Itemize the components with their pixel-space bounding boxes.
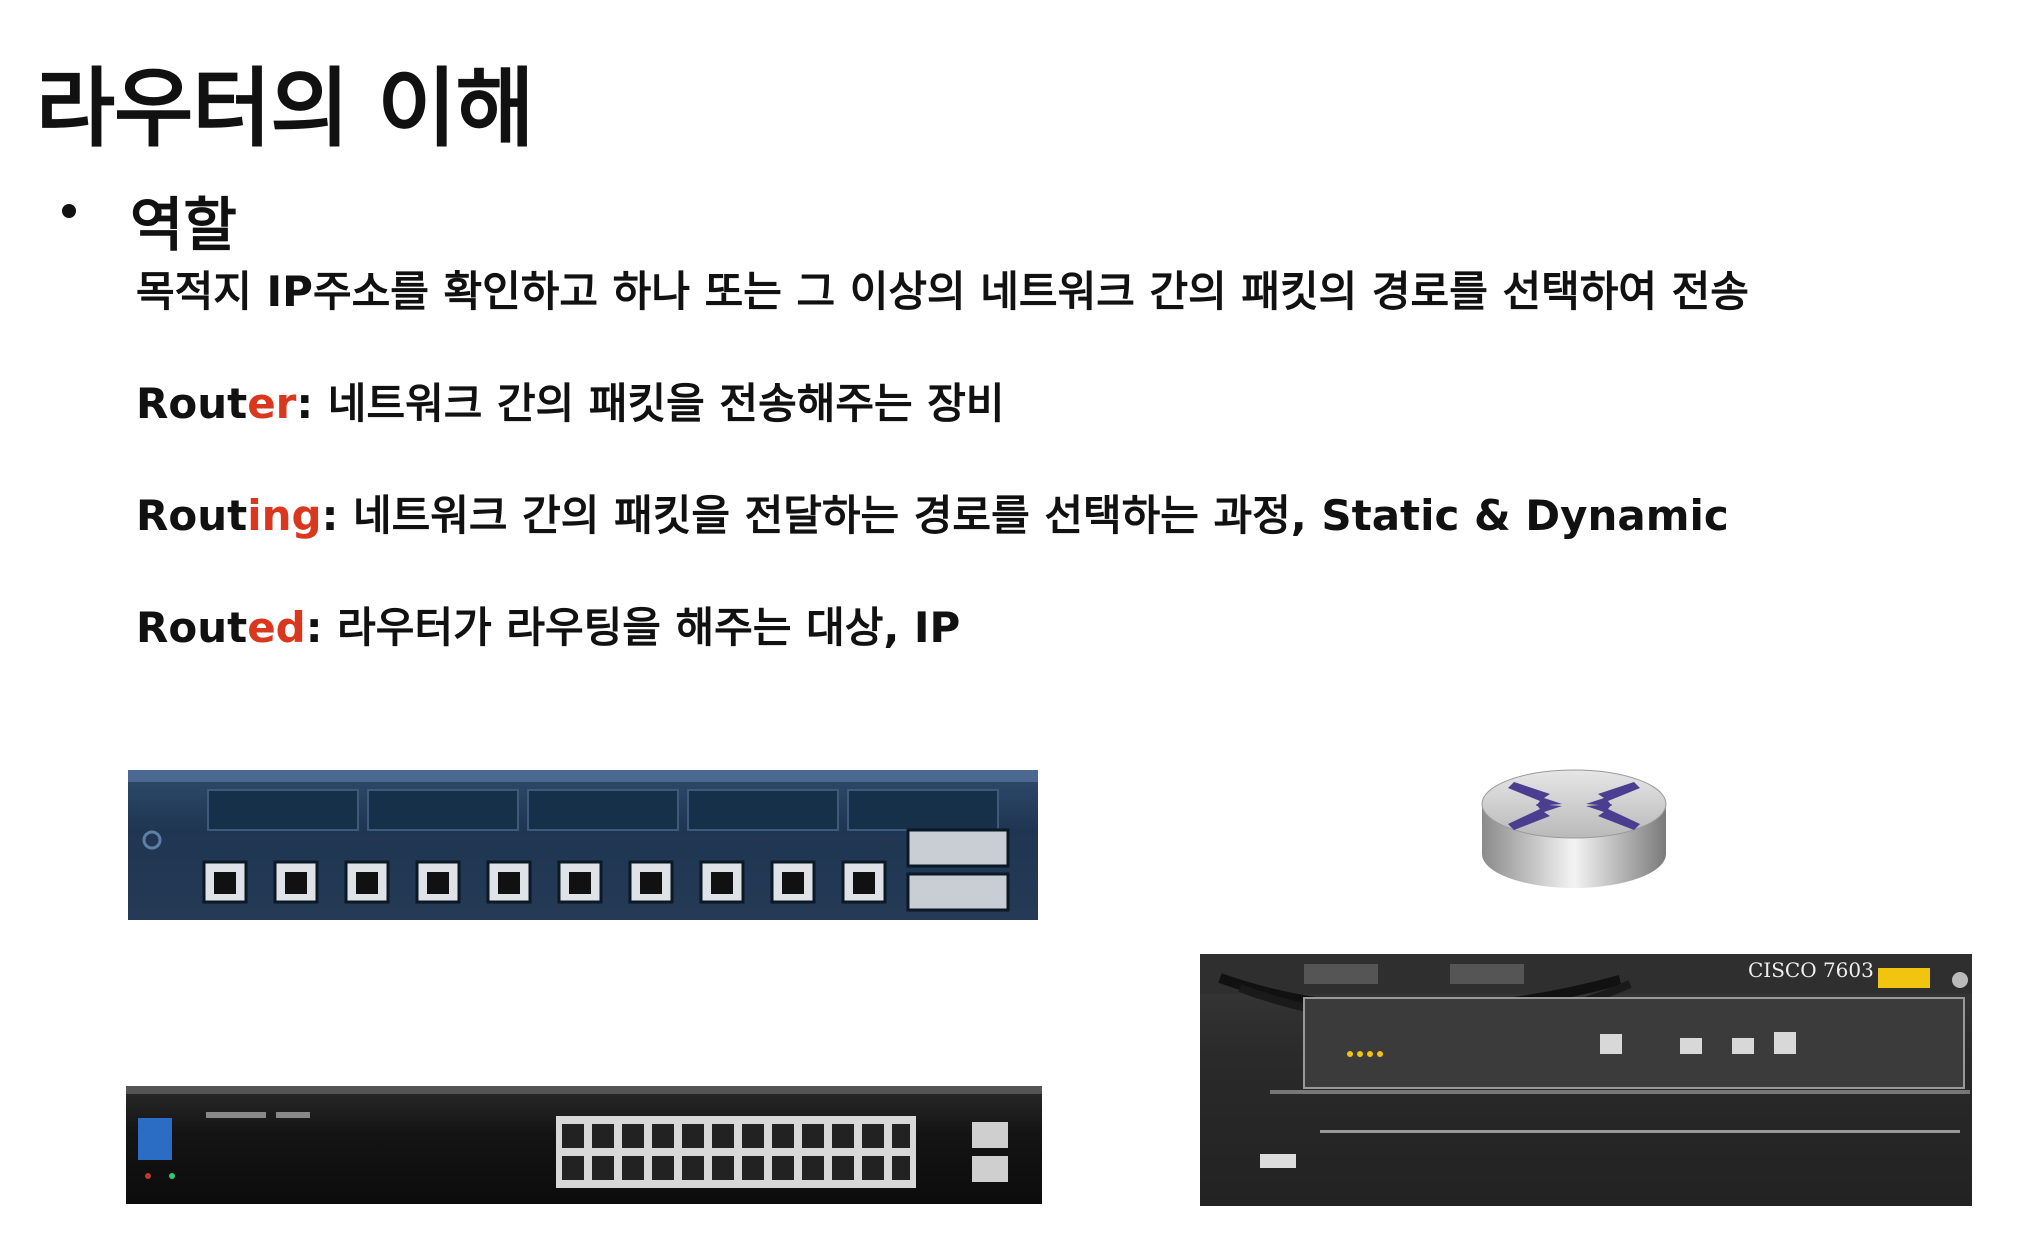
router-photo-blue-graphic (128, 770, 1038, 912)
term-prefix: Rout (136, 603, 248, 652)
bullet-icon (62, 204, 76, 218)
cisco-chassis-graphic (1200, 954, 1972, 1168)
section-heading: 역할 (130, 191, 237, 259)
router-icon (1481, 769, 1667, 888)
term-text: : 네트워크 간의 패킷을 전달하는 경로를 선택하는 과정, Static &… (321, 491, 1729, 540)
description-line: 목적지 IP주소를 확인하고 하나 또는 그 이상의 네트워크 간의 패킷의 경… (136, 267, 1749, 316)
term-text: : 네트워크 간의 패킷을 전송해주는 장비 (296, 379, 1005, 428)
term-suffix: ed (247, 603, 306, 652)
router-definition: Router: 네트워크 간의 패킷을 전송해주는 장비 (136, 370, 1005, 431)
cisco-model-label: CISCO 7603 (1748, 958, 1874, 982)
term-prefix: Rout (136, 491, 248, 540)
router-photo-blue (128, 770, 1038, 920)
routing-definition: Routing: 네트워크 간의 패킷을 전달하는 경로를 선택하는 과정, S… (136, 482, 1729, 543)
routed-definition: Routed: 라우터가 라우팅을 해주는 대상, IP (136, 594, 960, 655)
switch-photo-black (126, 1086, 1042, 1204)
slide-title: 라우터의 이해 (36, 59, 535, 159)
term-text: : 라우터가 라우팅을 해주는 대상, IP (305, 603, 961, 652)
switch-photo-black-graphic (126, 1086, 1042, 1188)
term-prefix: Rout (136, 379, 248, 428)
cisco-chassis-photo: CISCO 7603 (1200, 954, 1972, 1206)
term-suffix: er (247, 379, 297, 428)
term-suffix: ing (247, 491, 322, 540)
